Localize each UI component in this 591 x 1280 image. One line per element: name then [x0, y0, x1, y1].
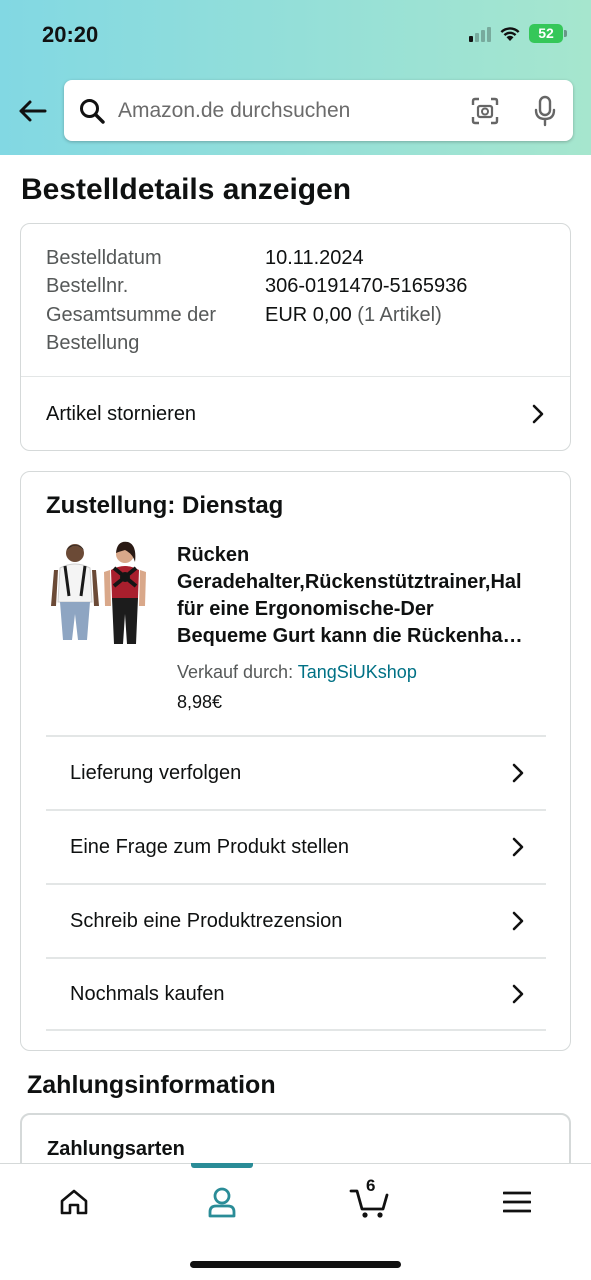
status-time: 20:20: [42, 22, 99, 47]
order-date-label: Bestelldatum: [46, 247, 162, 269]
delivery-actions: Lieferung verfolgen Eine Frage zum Produ…: [46, 735, 546, 1031]
ask-product-question-button[interactable]: Eine Frage zum Produkt stellen: [46, 809, 546, 883]
search-icon: [78, 97, 106, 125]
active-tab-indicator: [191, 1163, 253, 1168]
nav-menu[interactable]: [487, 1182, 547, 1222]
status-icons: 52: [469, 24, 567, 43]
order-total-label-line1: Gesamtsumme der: [46, 304, 217, 326]
order-total-value: EUR 0,00 (1 Artikel): [265, 301, 442, 329]
order-date-value: 10.11.2024: [265, 247, 364, 269]
product-title-line: Bequeme Gurt kann die Rückenha…: [177, 625, 523, 647]
account-icon: [208, 1187, 236, 1218]
write-review-button[interactable]: Schreib eine Produktrezension: [46, 883, 546, 957]
nav-home[interactable]: [44, 1182, 104, 1222]
track-delivery-button[interactable]: Lieferung verfolgen: [46, 735, 546, 809]
product-title-line: Geradehalter,Rückenstütztrainer,Hal: [177, 571, 522, 593]
back-button[interactable]: [14, 93, 50, 129]
nav-cart[interactable]: 6: [340, 1176, 400, 1222]
order-number-value: 306-0191470-5165936: [265, 275, 468, 297]
product-price: 8,98€: [177, 692, 223, 712]
battery-icon: 52: [529, 24, 567, 43]
order-total-items: (1 Artikel): [357, 304, 442, 326]
search-input[interactable]: [118, 98, 469, 123]
product-title-line: Rücken: [177, 544, 250, 566]
payment-section-title: Zahlungsinformation: [27, 1071, 276, 1099]
cart-count-badge: 6: [366, 1176, 376, 1195]
cancel-items-label: Artikel stornieren: [46, 402, 197, 425]
action-label: Schreib eine Produktrezension: [70, 909, 343, 932]
payment-methods-label: Zahlungsarten: [47, 1138, 185, 1160]
home-indicator[interactable]: [190, 1261, 401, 1268]
microphone-icon[interactable]: [531, 95, 559, 127]
camera-search-icon[interactable]: [469, 95, 501, 127]
order-total-label-line2: Bestellung: [46, 332, 140, 354]
home-icon: [60, 1189, 88, 1215]
product-title[interactable]: Rücken Geradehalter,Rückenstütztrainer,H…: [177, 542, 549, 650]
menu-icon: [503, 1191, 531, 1213]
back-arrow-icon: [19, 100, 47, 122]
battery-level: 52: [529, 24, 563, 43]
buy-again-button[interactable]: Nochmals kaufen: [46, 957, 546, 1031]
chevron-right-icon: [512, 984, 524, 1004]
order-total-amount: EUR 0,00: [265, 304, 352, 326]
delivery-title: Zustellung: Dienstag: [46, 492, 284, 519]
product-image[interactable]: [47, 540, 151, 648]
wifi-icon: [500, 26, 520, 41]
seller-prefix: Verkauf durch:: [177, 662, 298, 682]
cancel-items-link[interactable]: Artikel stornieren: [21, 377, 570, 451]
page-title: Bestelldetails anzeigen: [21, 173, 352, 206]
bottom-nav: 6: [0, 1163, 591, 1280]
signal-icon: [469, 26, 491, 42]
chevron-right-icon: [512, 911, 524, 931]
seller-info: Verkauf durch: TangSiUKshop: [177, 662, 417, 683]
search-bar[interactable]: [64, 80, 573, 141]
nav-account[interactable]: [192, 1182, 252, 1222]
order-summary-card: Bestelldatum 10.11.2024 Bestellnr. 306-0…: [20, 223, 571, 451]
chevron-right-icon: [512, 837, 524, 857]
header: 20:20 52: [0, 0, 591, 155]
product-title-line: für eine Ergonomische-Der: [177, 598, 434, 620]
action-label: Eine Frage zum Produkt stellen: [70, 835, 350, 858]
chevron-right-icon: [532, 404, 544, 424]
order-number-label: Bestellnr.: [46, 275, 129, 297]
action-label: Lieferung verfolgen: [70, 761, 242, 784]
action-label: Nochmals kaufen: [70, 982, 225, 1005]
delivery-card: Zustellung: Dienstag Rücken Geradehalter…: [20, 471, 571, 1051]
chevron-right-icon: [512, 763, 524, 783]
seller-link[interactable]: TangSiUKshop: [298, 662, 417, 682]
